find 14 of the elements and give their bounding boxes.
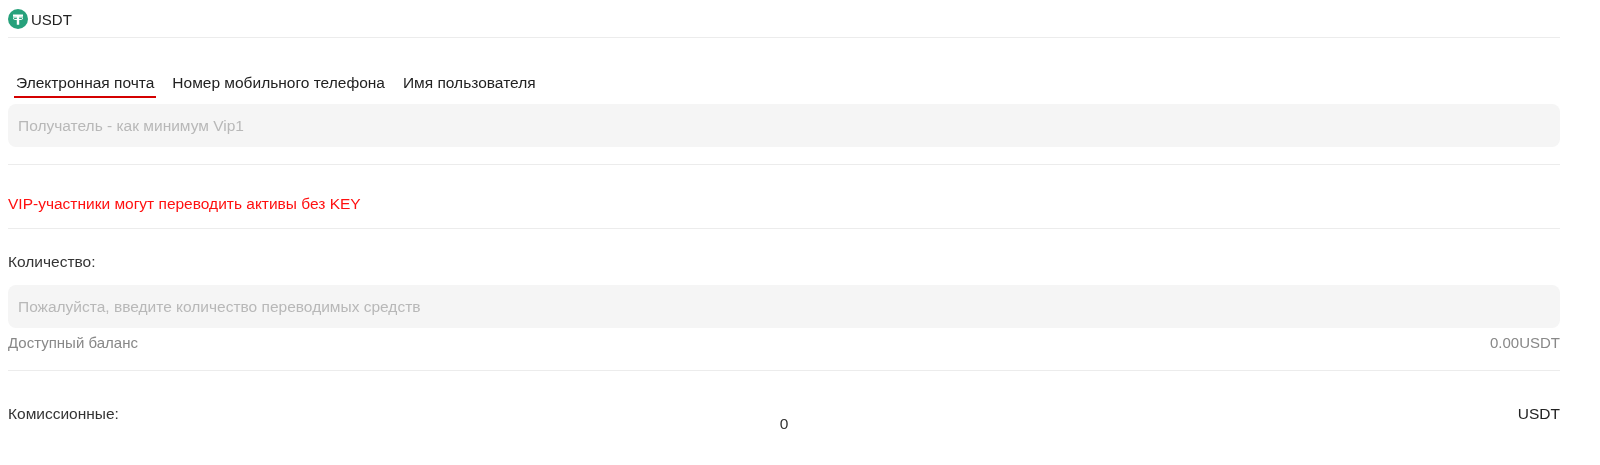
- fees-label: Комиссионные:: [8, 405, 120, 424]
- vip-notice: VIP-участники могут переводить активы без KEY: [8, 194, 362, 214]
- fees-value: 0: [779, 414, 789, 433]
- amount-label: Количество:: [8, 252, 97, 272]
- recipient-type-tab[interactable]: Номер мобильного телефона: [170, 74, 387, 98]
- recipient-field[interactable]: Получатель - как минимум Vip1: [8, 104, 1560, 147]
- asset-symbol: USDT: [31, 10, 72, 28]
- tether-coin-icon: [8, 9, 28, 29]
- balance-label: Доступный баланс: [8, 334, 138, 351]
- recipient-type-tab[interactable]: Имя пользователя: [400, 74, 538, 98]
- fees-unit: USDT: [1517, 405, 1560, 424]
- recipient-type-tab[interactable]: Электронная почта: [14, 74, 157, 98]
- balance-value: 0.00USDT: [1489, 334, 1560, 351]
- amount-field[interactable]: Пожалуйста, введите количество переводимых средств: [8, 285, 1560, 328]
